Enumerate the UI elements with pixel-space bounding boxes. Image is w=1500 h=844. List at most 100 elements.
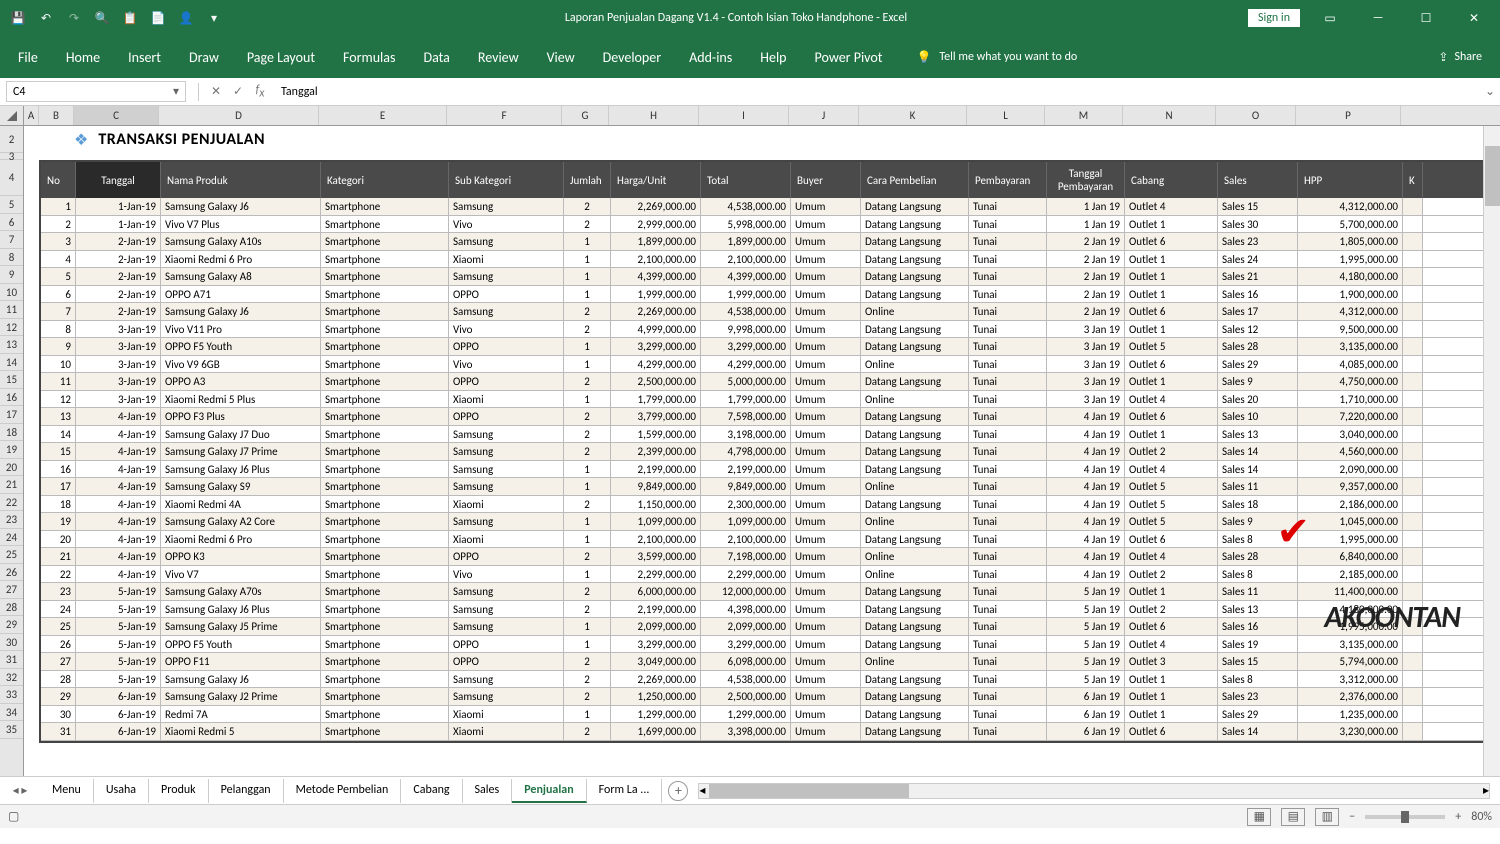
th-cara[interactable]: Cara Pembelian <box>861 162 969 198</box>
share-button[interactable]: ⇪ Share <box>1438 50 1496 65</box>
qat-icon-4[interactable]: 👤 <box>176 8 196 28</box>
row-header-12[interactable]: 12 <box>0 319 23 337</box>
th-bayar[interactable]: Pembayaran <box>969 162 1047 198</box>
row-header-14[interactable]: 14 <box>0 354 23 372</box>
row-header-3[interactable]: 3 <box>0 153 23 160</box>
th-sales[interactable]: Sales <box>1218 162 1298 198</box>
formula-input[interactable]: Tanggal <box>271 83 1480 101</box>
ribbon-tab-power-pivot[interactable]: Power Pivot <box>801 39 897 76</box>
ribbon-tab-add-ins[interactable]: Add-ins <box>675 39 746 76</box>
row-header-33[interactable]: 33 <box>0 686 23 704</box>
table-row[interactable]: 134-Jan-19OPPO F3 PlusSmartphoneOPPO23,7… <box>41 408 1498 426</box>
sheet-grid[interactable]: ❖ TRANSAKSI PENJUALAN No Tanggal Nama Pr… <box>24 126 1500 776</box>
table-row[interactable]: 235-Jan-19Samsung Galaxy A70sSmartphoneS… <box>41 583 1498 601</box>
th-sub[interactable]: Sub Kategori <box>449 162 564 198</box>
sheet-tab-cabang[interactable]: Cabang <box>401 779 462 803</box>
row-header-24[interactable]: 24 <box>0 529 23 547</box>
table-row[interactable]: 204-Jan-19Xiaomi Redmi 6 ProSmartphoneXi… <box>41 531 1498 549</box>
col-header-H[interactable]: H <box>609 106 699 125</box>
ribbon-tab-insert[interactable]: Insert <box>114 39 175 76</box>
table-row[interactable]: 296-Jan-19Samsung Galaxy J2 PrimeSmartph… <box>41 688 1498 706</box>
row-header-18[interactable]: 18 <box>0 424 23 442</box>
table-row[interactable]: 123-Jan-19Xiaomi Redmi 5 PlusSmartphoneX… <box>41 391 1498 409</box>
th-nama[interactable]: Nama Produk <box>161 162 321 198</box>
ribbon-tab-home[interactable]: Home <box>52 39 114 76</box>
table-row[interactable]: 144-Jan-19Samsung Galaxy J7 DuoSmartphon… <box>41 426 1498 444</box>
sheet-tab-menu[interactable]: Menu <box>40 779 94 803</box>
table-row[interactable]: 285-Jan-19Samsung Galaxy J6SmartphoneSam… <box>41 671 1498 689</box>
col-header-F[interactable]: F <box>447 106 562 125</box>
th-total[interactable]: Total <box>701 162 791 198</box>
col-header-P[interactable]: P <box>1296 106 1401 125</box>
row-header-15[interactable]: 15 <box>0 371 23 389</box>
th-harga[interactable]: Harga/Unit <box>611 162 701 198</box>
ribbon-tab-formulas[interactable]: Formulas <box>329 39 409 76</box>
sheet-tab-metodepembelian[interactable]: Metode Pembelian <box>284 779 402 803</box>
th-tanggal[interactable]: Tanggal <box>76 162 161 198</box>
col-header-N[interactable]: N <box>1123 106 1216 125</box>
file-tab[interactable]: File <box>4 39 52 76</box>
col-header-J[interactable]: J <box>789 106 859 125</box>
expand-formula-icon[interactable]: ⌄ <box>1480 84 1500 99</box>
maximize-icon[interactable]: ☐ <box>1408 2 1444 34</box>
sheet-tab-pelanggan[interactable]: Pelanggan <box>209 779 284 803</box>
row-header-16[interactable]: 16 <box>0 389 23 407</box>
row-header-21[interactable]: 21 <box>0 476 23 494</box>
row-header-20[interactable]: 20 <box>0 459 23 477</box>
row-header-31[interactable]: 31 <box>0 651 23 669</box>
table-row[interactable]: 194-Jan-19Samsung Galaxy A2 CoreSmartpho… <box>41 513 1498 531</box>
zoom-level[interactable]: 80% <box>1471 810 1492 824</box>
col-header-A[interactable]: A <box>24 106 39 125</box>
th-no[interactable]: No <box>41 162 76 198</box>
zoom-in-button[interactable]: + <box>1455 810 1461 824</box>
row-header-13[interactable]: 13 <box>0 336 23 354</box>
table-row[interactable]: 306-Jan-19Redmi 7ASmartphoneXiaomi11,299… <box>41 706 1498 724</box>
table-row[interactable]: 21-Jan-19Vivo V7 PlusSmartphoneVivo22,99… <box>41 216 1498 234</box>
ribbon-tab-developer[interactable]: Developer <box>589 39 675 76</box>
close-icon[interactable]: ✕ <box>1456 2 1492 34</box>
tell-me[interactable]: 💡 Tell me what you want to do <box>916 50 1077 65</box>
row-header-26[interactable]: 26 <box>0 564 23 582</box>
table-row[interactable]: 32-Jan-19Samsung Galaxy A10sSmartphoneSa… <box>41 233 1498 251</box>
col-header-C[interactable]: C <box>74 106 159 125</box>
row-header-34[interactable]: 34 <box>0 704 23 722</box>
col-header-K[interactable]: K <box>859 106 967 125</box>
th-buyer[interactable]: Buyer <box>791 162 861 198</box>
row-header-23[interactable]: 23 <box>0 511 23 529</box>
undo-icon[interactable]: ↶ <box>36 8 56 28</box>
sheet-tab-penjualan[interactable]: Penjualan <box>512 779 586 803</box>
row-header-10[interactable]: 10 <box>0 284 23 302</box>
table-row[interactable]: 113-Jan-19OPPO A3SmartphoneOPPO22,500,00… <box>41 373 1498 391</box>
row-header-8[interactable]: 8 <box>0 249 23 267</box>
table-row[interactable]: 164-Jan-19Samsung Galaxy J6 PlusSmartpho… <box>41 461 1498 479</box>
row-header-25[interactable]: 25 <box>0 546 23 564</box>
col-header-I[interactable]: I <box>699 106 789 125</box>
table-row[interactable]: 184-Jan-19Xiaomi Redmi 4ASmartphoneXiaom… <box>41 496 1498 514</box>
row-header-28[interactable]: 28 <box>0 599 23 617</box>
row-header-30[interactable]: 30 <box>0 634 23 652</box>
ribbon-tab-page-layout[interactable]: Page Layout <box>233 39 329 76</box>
name-box[interactable]: C4 ▾ <box>6 81 186 102</box>
ribbon-tab-data[interactable]: Data <box>409 39 463 76</box>
table-row[interactable]: 214-Jan-19OPPO K3SmartphoneOPPO23,599,00… <box>41 548 1498 566</box>
row-header-29[interactable]: 29 <box>0 616 23 634</box>
row-header-7[interactable]: 7 <box>0 231 23 249</box>
table-row[interactable]: 265-Jan-19OPPO F5 YouthSmartphoneOPPO13,… <box>41 636 1498 654</box>
row-header-11[interactable]: 11 <box>0 301 23 319</box>
table-row[interactable]: 154-Jan-19Samsung Galaxy J7 PrimeSmartph… <box>41 443 1498 461</box>
qat-icon-1[interactable]: 🔍 <box>92 8 112 28</box>
row-header-35[interactable]: 35 <box>0 721 23 739</box>
sheet-tab-produk[interactable]: Produk <box>149 779 209 803</box>
table-row[interactable]: 224-Jan-19Vivo V7SmartphoneVivo12,299,00… <box>41 566 1498 584</box>
col-header-D[interactable]: D <box>159 106 319 125</box>
save-icon[interactable]: 💾 <box>8 8 28 28</box>
normal-view-button[interactable]: ▦ <box>1247 808 1271 826</box>
ribbon-tab-view[interactable]: View <box>533 39 589 76</box>
cancel-formula-icon[interactable]: ✕ <box>205 81 227 103</box>
col-header-O[interactable]: O <box>1216 106 1296 125</box>
row-header-17[interactable]: 17 <box>0 406 23 424</box>
table-row[interactable]: 316-Jan-19Xiaomi Redmi 5SmartphoneXiaomi… <box>41 723 1498 741</box>
table-row[interactable]: 42-Jan-19Xiaomi Redmi 6 ProSmartphoneXia… <box>41 251 1498 269</box>
table-row[interactable]: 103-Jan-19Vivo V9 6GBSmartphoneVivo14,29… <box>41 356 1498 374</box>
col-header-M[interactable]: M <box>1045 106 1123 125</box>
